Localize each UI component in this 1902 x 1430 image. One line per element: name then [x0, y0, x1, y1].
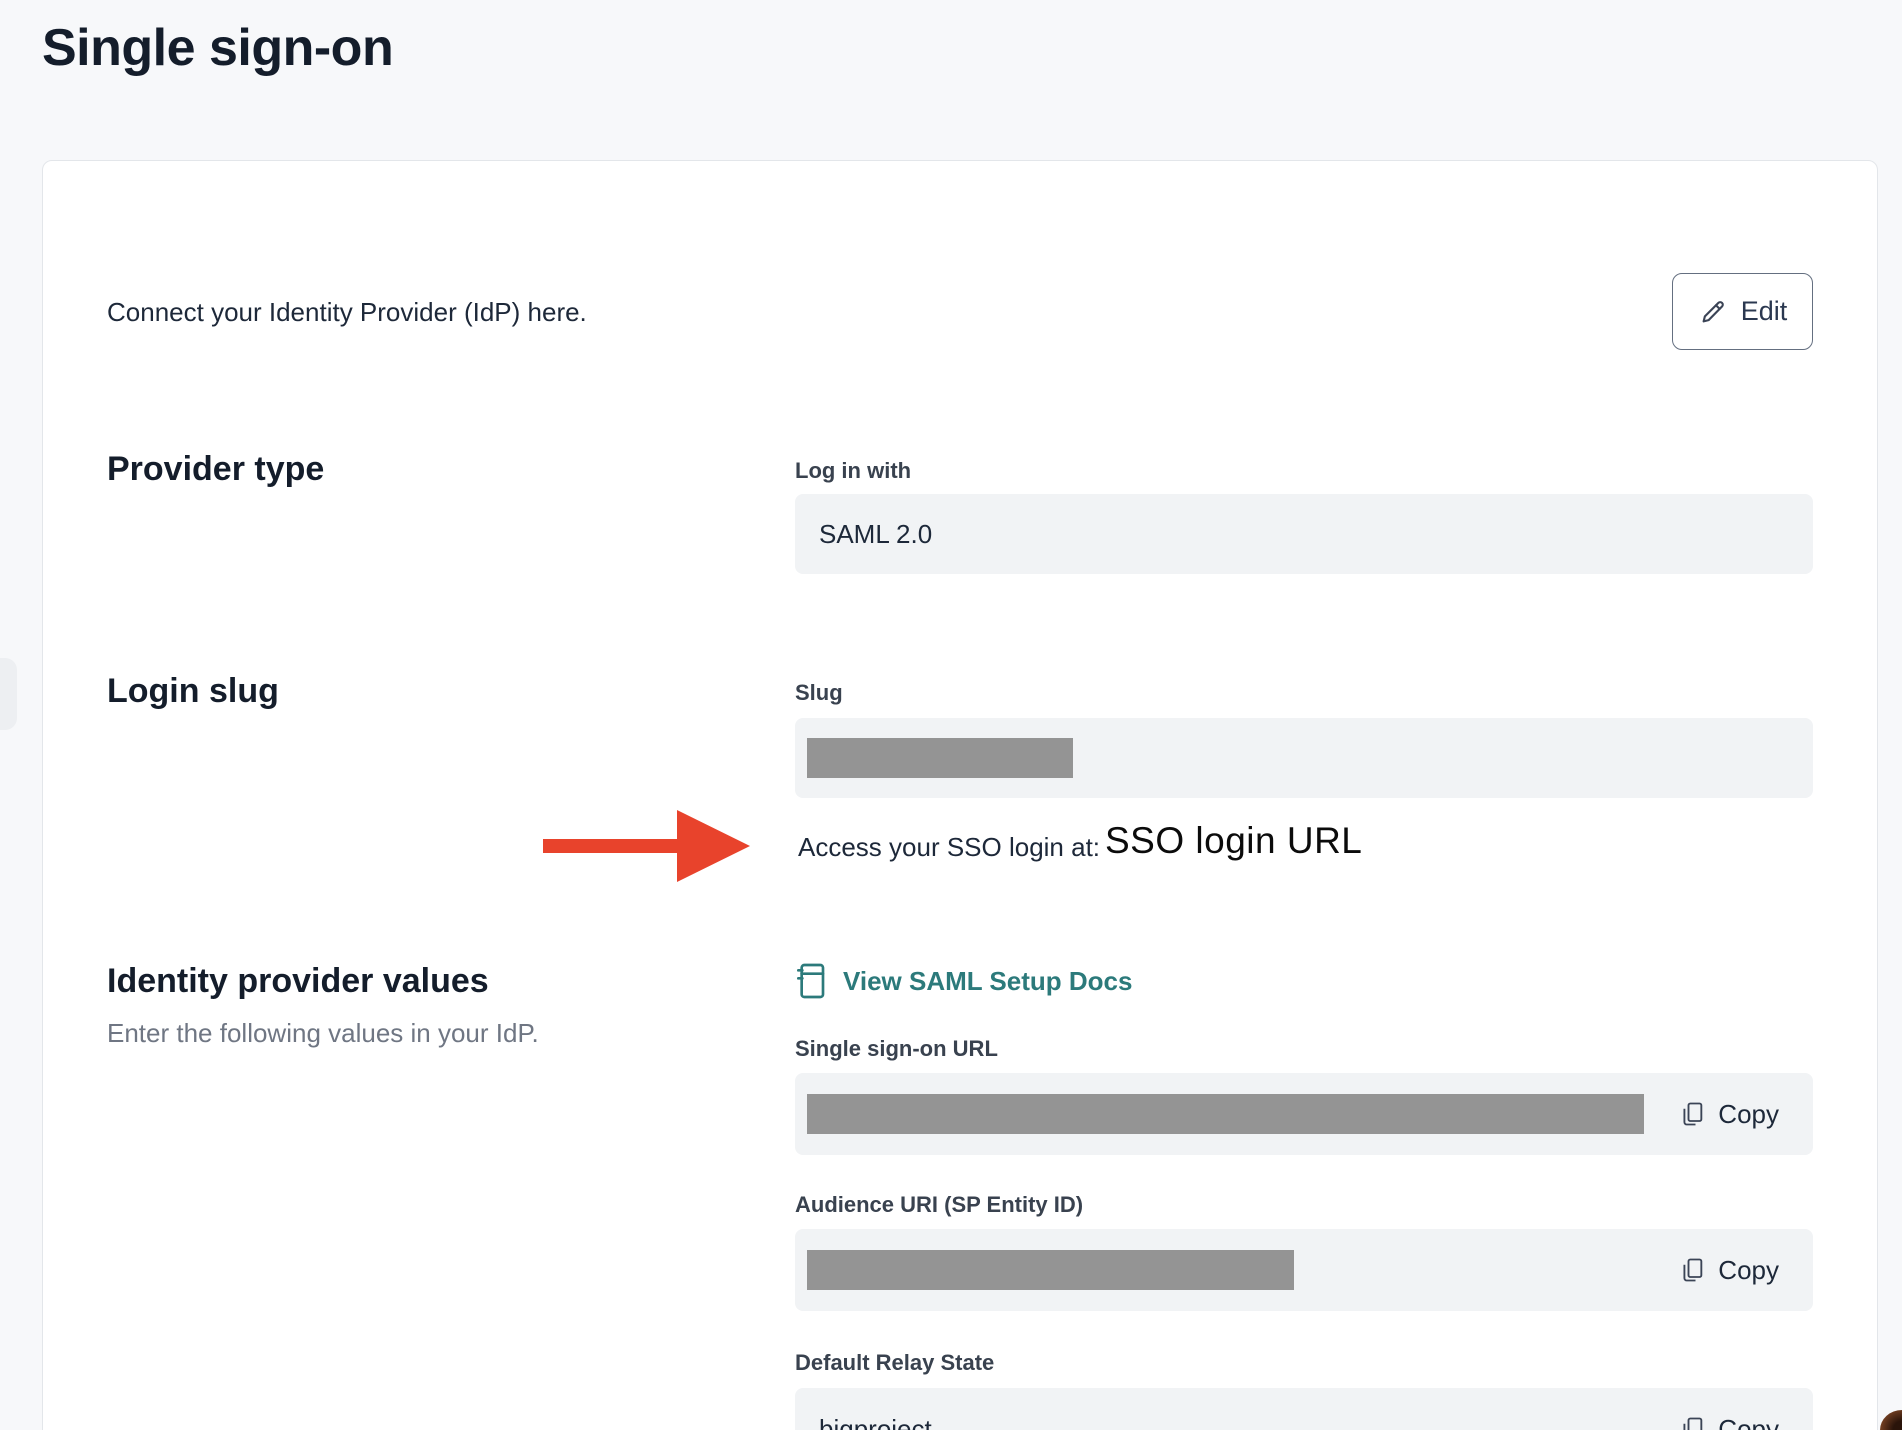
slug-label: Slug [795, 680, 843, 706]
copy-audience-uri-button[interactable]: Copy [1678, 1255, 1779, 1286]
copy-label: Copy [1718, 1255, 1779, 1286]
copy-label: Copy [1718, 1099, 1779, 1130]
copy-icon [1678, 1100, 1706, 1128]
copy-icon [1678, 1415, 1706, 1430]
edit-button[interactable]: Edit [1672, 273, 1813, 350]
sso-url-field: Copy [795, 1073, 1813, 1155]
audience-uri-label: Audience URI (SP Entity ID) [795, 1192, 1083, 1218]
provider-type-field: SAML 2.0 [795, 494, 1813, 574]
idp-values-heading: Identity provider values [107, 962, 489, 1001]
login-slug-heading: Login slug [107, 672, 279, 711]
pencil-icon [1698, 297, 1728, 327]
sso-login-at-text: Access your SSO login at: [798, 832, 1100, 863]
cursor-artifact [1880, 1410, 1902, 1430]
copy-relay-state-button[interactable]: Copy [1678, 1414, 1779, 1430]
audience-uri-redacted-value [807, 1250, 1294, 1290]
intro-text: Connect your Identity Provider (IdP) her… [107, 297, 587, 328]
copy-label: Copy [1718, 1414, 1779, 1430]
default-relay-state-value: bigproject [819, 1414, 932, 1430]
view-saml-docs-label: View SAML Setup Docs [843, 966, 1132, 997]
default-relay-state-label: Default Relay State [795, 1350, 994, 1376]
drawer-handle[interactable] [0, 658, 17, 730]
audience-uri-field: Copy [795, 1229, 1813, 1311]
sso-url-redacted-value [807, 1094, 1644, 1134]
slug-field [795, 718, 1813, 798]
provider-type-value: SAML 2.0 [819, 519, 932, 550]
provider-type-heading: Provider type [107, 450, 324, 489]
login-with-label: Log in with [795, 458, 911, 484]
copy-icon [1678, 1256, 1706, 1284]
sso-url-label: Single sign-on URL [795, 1036, 998, 1062]
sso-login-url-annotation: SSO login URL [1105, 820, 1362, 862]
default-relay-state-field: bigproject Copy [795, 1388, 1813, 1430]
journal-icon [795, 962, 827, 1000]
view-saml-docs-link[interactable]: View SAML Setup Docs [795, 962, 1132, 1000]
page-title: Single sign-on [42, 18, 393, 78]
edit-button-label: Edit [1741, 296, 1788, 327]
slug-redacted-value [807, 738, 1073, 778]
annotation-arrow-icon [543, 809, 751, 883]
idp-values-subheading: Enter the following values in your IdP. [107, 1018, 539, 1049]
copy-sso-url-button[interactable]: Copy [1678, 1099, 1779, 1130]
